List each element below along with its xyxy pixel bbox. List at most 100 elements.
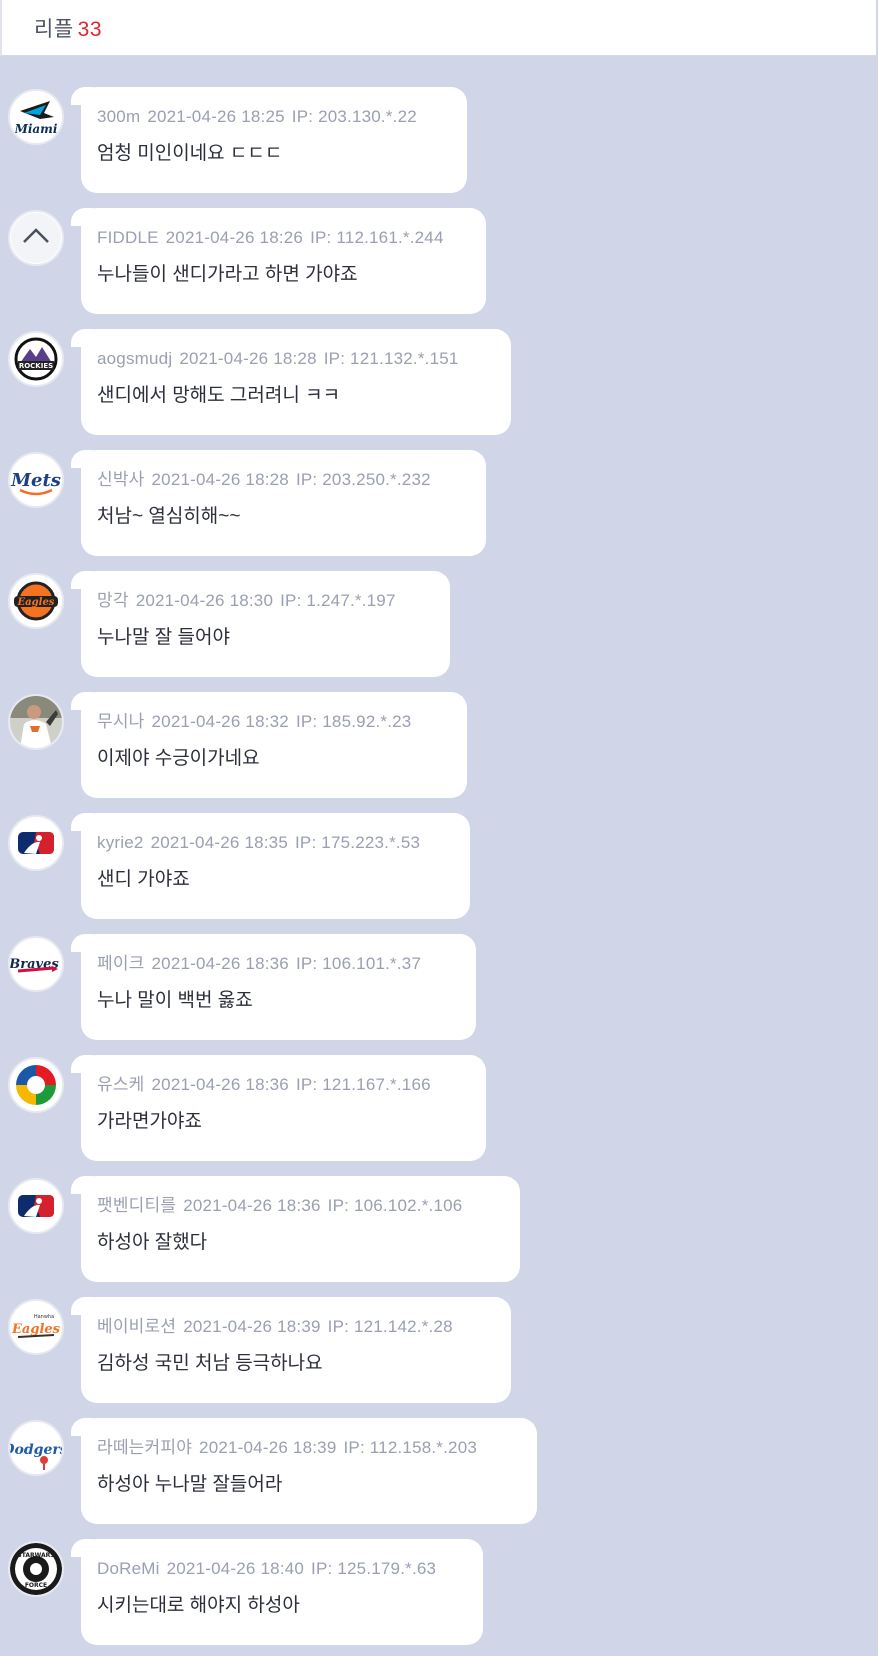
comment-bubble: 망각 2021-04-26 18:30 IP: 1.247.*.197 누나말 잘 …: [71, 571, 450, 677]
comment-text: 누나말 잘 들어야: [97, 627, 230, 648]
comment-ip: IP: 203.250.*.232: [295, 470, 431, 489]
comment-item: Dodgers 라떼는커피야 2021-04-26 18:39 IP: 112.15…: [0, 1418, 878, 1528]
wbc-logo-icon[interactable]: [8, 1057, 64, 1113]
comment-ip: IP: 203.130.*.22: [291, 107, 417, 126]
comment-nickname[interactable]: 베이비로션: [97, 1317, 176, 1336]
comment-meta: DoReMi 2021-04-26 18:40 IP: 125.179.*.63: [97, 1559, 467, 1579]
starwars-force-logo-icon[interactable]: STARWARS FORCE: [8, 1541, 64, 1597]
braves-logo-icon[interactable]: Braves: [8, 936, 64, 992]
comment-text: 샌디에서 망해도 그러려니 ㅋㅋ: [97, 385, 341, 406]
comment-text: 이제야 수긍이가네요: [97, 748, 260, 769]
comment-nickname[interactable]: 페이크: [97, 954, 145, 973]
comment-date: 2021-04-26 18:25: [147, 107, 285, 126]
comment-item: 팻벤디티를 2021-04-26 18:36 IP: 106.102.*.106 하…: [0, 1176, 878, 1286]
comment-date: 2021-04-26 18:35: [150, 833, 288, 852]
comment-nickname[interactable]: 망각: [97, 591, 129, 610]
svg-text:Eagles: Eagles: [17, 597, 55, 608]
comment-item: 유스케 2021-04-26 18:36 IP: 121.167.*.166 가라면…: [0, 1055, 878, 1165]
comment-text: 가라면가야죠: [97, 1111, 202, 1132]
comment-text: 누나 말이 백번 옳죠: [97, 990, 253, 1011]
comment-nickname[interactable]: aogsmudj: [97, 349, 172, 368]
svg-text:ROCKIES: ROCKIES: [19, 362, 53, 370]
comment-bubble: 베이비로션 2021-04-26 18:39 IP: 121.142.*.28 김하…: [71, 1297, 511, 1403]
comment-nickname[interactable]: DoReMi: [97, 1559, 160, 1578]
comment-nickname[interactable]: 팻벤디티를: [97, 1196, 176, 1215]
comment-ip: IP: 121.167.*.166: [295, 1075, 431, 1094]
comment-text: 김하성 국민 처남 등극하나요: [97, 1353, 323, 1374]
comment-ip: IP: 1.247.*.197: [280, 591, 396, 610]
dodgers-logo-icon[interactable]: Dodgers: [8, 1420, 64, 1476]
reply-count: 33: [77, 18, 102, 41]
comment-item: Miami 300m 2021-04-26 18:25 IP: 203.130.*.…: [0, 87, 878, 197]
comment-meta: 팻벤디티를 2021-04-26 18:36 IP: 106.102.*.106: [97, 1196, 504, 1216]
comment-date: 2021-04-26 18:26: [165, 228, 304, 247]
comment-ip: IP: 125.179.*.63: [311, 1559, 437, 1578]
comment-nickname[interactable]: 라떼는커피야: [97, 1438, 192, 1457]
comment-text: 엄청 미인이네요 ㄷㄷㄷ: [97, 143, 283, 164]
hanwha-eagles-logo-icon[interactable]: Hanwha Eagles: [8, 1299, 64, 1355]
comment-meta: kyrie2 2021-04-26 18:35 IP: 175.223.*.53: [97, 833, 454, 853]
comment-nickname[interactable]: FIDDLE: [97, 228, 159, 247]
comment-meta: 라떼는커피야 2021-04-26 18:39 IP: 112.158.*.203: [97, 1438, 521, 1458]
rockies-logo-icon[interactable]: ROCKIES: [8, 331, 64, 387]
svg-text:STARWARS: STARWARS: [17, 1552, 54, 1559]
comment-text: 누나들이 샌디가라고 하면 가야죠: [97, 264, 358, 285]
comment-item: 무시나 2021-04-26 18:32 IP: 185.92.*.23 이제야 수…: [0, 692, 878, 802]
comment-item: Braves 페이크 2021-04-26 18:36 IP: 106.101.*.…: [0, 934, 878, 1044]
svg-text:Dodgers: Dodgers: [10, 1442, 62, 1458]
comment-item: kyrie2 2021-04-26 18:35 IP: 175.223.*.53 샌…: [0, 813, 878, 923]
comment-ip: IP: 185.92.*.23: [295, 712, 412, 731]
comment-nickname[interactable]: 신박사: [97, 470, 145, 489]
comment-date: 2021-04-26 18:40: [166, 1559, 305, 1578]
reply-title: 리플 33: [34, 13, 102, 43]
comment-ip: IP: 121.132.*.151: [323, 349, 459, 368]
comment-date: 2021-04-26 18:36: [151, 1075, 289, 1094]
comment-bubble: 유스케 2021-04-26 18:36 IP: 121.167.*.166 가라면…: [71, 1055, 486, 1161]
comment-item: Mets 신박사 2021-04-26 18:28 IP: 203.250.*.23…: [0, 450, 878, 560]
comment-nickname[interactable]: 유스케: [97, 1075, 145, 1094]
comment-ip: IP: 106.101.*.37: [295, 954, 422, 973]
reply-page: 리플 33 Miami 300m 2021-04-26 18:25 IP: 203.1…: [0, 0, 878, 1656]
comment-meta: aogsmudj 2021-04-26 18:28 IP: 121.132.*.15…: [97, 349, 495, 369]
mlb-logo-icon[interactable]: [8, 1178, 64, 1234]
comment-ip: IP: 112.161.*.244: [310, 228, 444, 247]
comment-meta: 망각 2021-04-26 18:30 IP: 1.247.*.197: [97, 591, 434, 611]
comment-item: STARWARS FORCE DoReMi 2021-04-26 18:40 IP: …: [0, 1539, 878, 1649]
comment-meta: 베이비로션 2021-04-26 18:39 IP: 121.142.*.28: [97, 1317, 495, 1337]
comment-nickname[interactable]: 무시나: [97, 712, 145, 731]
comment-meta: 페이크 2021-04-26 18:36 IP: 106.101.*.37: [97, 954, 460, 974]
comment-text: 하성아 누나말 잘들어라: [97, 1474, 283, 1495]
comment-item: ROCKIES aogsmudj 2021-04-26 18:28 IP: 121.…: [0, 329, 878, 439]
comment-text: 처남~ 열심히해~~: [97, 506, 241, 527]
reply-header: 리플 33: [0, 0, 876, 56]
comment-bubble: 신박사 2021-04-26 18:28 IP: 203.250.*.232 처남~…: [71, 450, 486, 556]
comment-bubble: 300m 2021-04-26 18:25 IP: 203.130.*.22 엄청 …: [71, 87, 467, 193]
svg-text:Mets: Mets: [10, 470, 61, 491]
comment-item: FIDDLE 2021-04-26 18:26 IP: 112.161.*.244 …: [0, 208, 878, 318]
comment-meta: 300m 2021-04-26 18:25 IP: 203.130.*.22: [97, 107, 451, 127]
comment-date: 2021-04-26 18:39: [183, 1317, 321, 1336]
mets-logo-icon[interactable]: Mets: [8, 452, 64, 508]
comment-ip: IP: 106.102.*.106: [327, 1196, 463, 1215]
pitcher-photo-icon[interactable]: [8, 694, 64, 750]
marlins-logo-icon[interactable]: Miami: [8, 89, 64, 145]
comment-nickname[interactable]: kyrie2: [97, 833, 144, 852]
mlb-logo-icon[interactable]: [8, 815, 64, 871]
svg-text:FORCE: FORCE: [25, 1582, 47, 1589]
svg-text:Miami: Miami: [14, 122, 58, 136]
comment-bubble: aogsmudj 2021-04-26 18:28 IP: 121.132.*.15…: [71, 329, 511, 435]
comment-ip: IP: 121.142.*.28: [327, 1317, 453, 1336]
comment-date: 2021-04-26 18:32: [151, 712, 289, 731]
eagles-logo-icon[interactable]: Eagles: [8, 573, 64, 629]
comment-date: 2021-04-26 18:36: [183, 1196, 321, 1215]
comment-date: 2021-04-26 18:36: [151, 954, 289, 973]
comment-meta: FIDDLE 2021-04-26 18:26 IP: 112.161.*.244: [97, 228, 470, 248]
reply-label: 리플: [34, 18, 74, 41]
comment-date: 2021-04-26 18:30: [135, 591, 274, 610]
chevron-up-icon[interactable]: [8, 210, 64, 266]
comment-bubble: kyrie2 2021-04-26 18:35 IP: 175.223.*.53 샌…: [71, 813, 470, 919]
comment-meta: 유스케 2021-04-26 18:36 IP: 121.167.*.166: [97, 1075, 470, 1095]
comment-nickname[interactable]: 300m: [97, 107, 140, 126]
comment-bubble: DoReMi 2021-04-26 18:40 IP: 125.179.*.63 시…: [71, 1539, 483, 1645]
svg-text:Hanwha: Hanwha: [34, 1314, 54, 1320]
